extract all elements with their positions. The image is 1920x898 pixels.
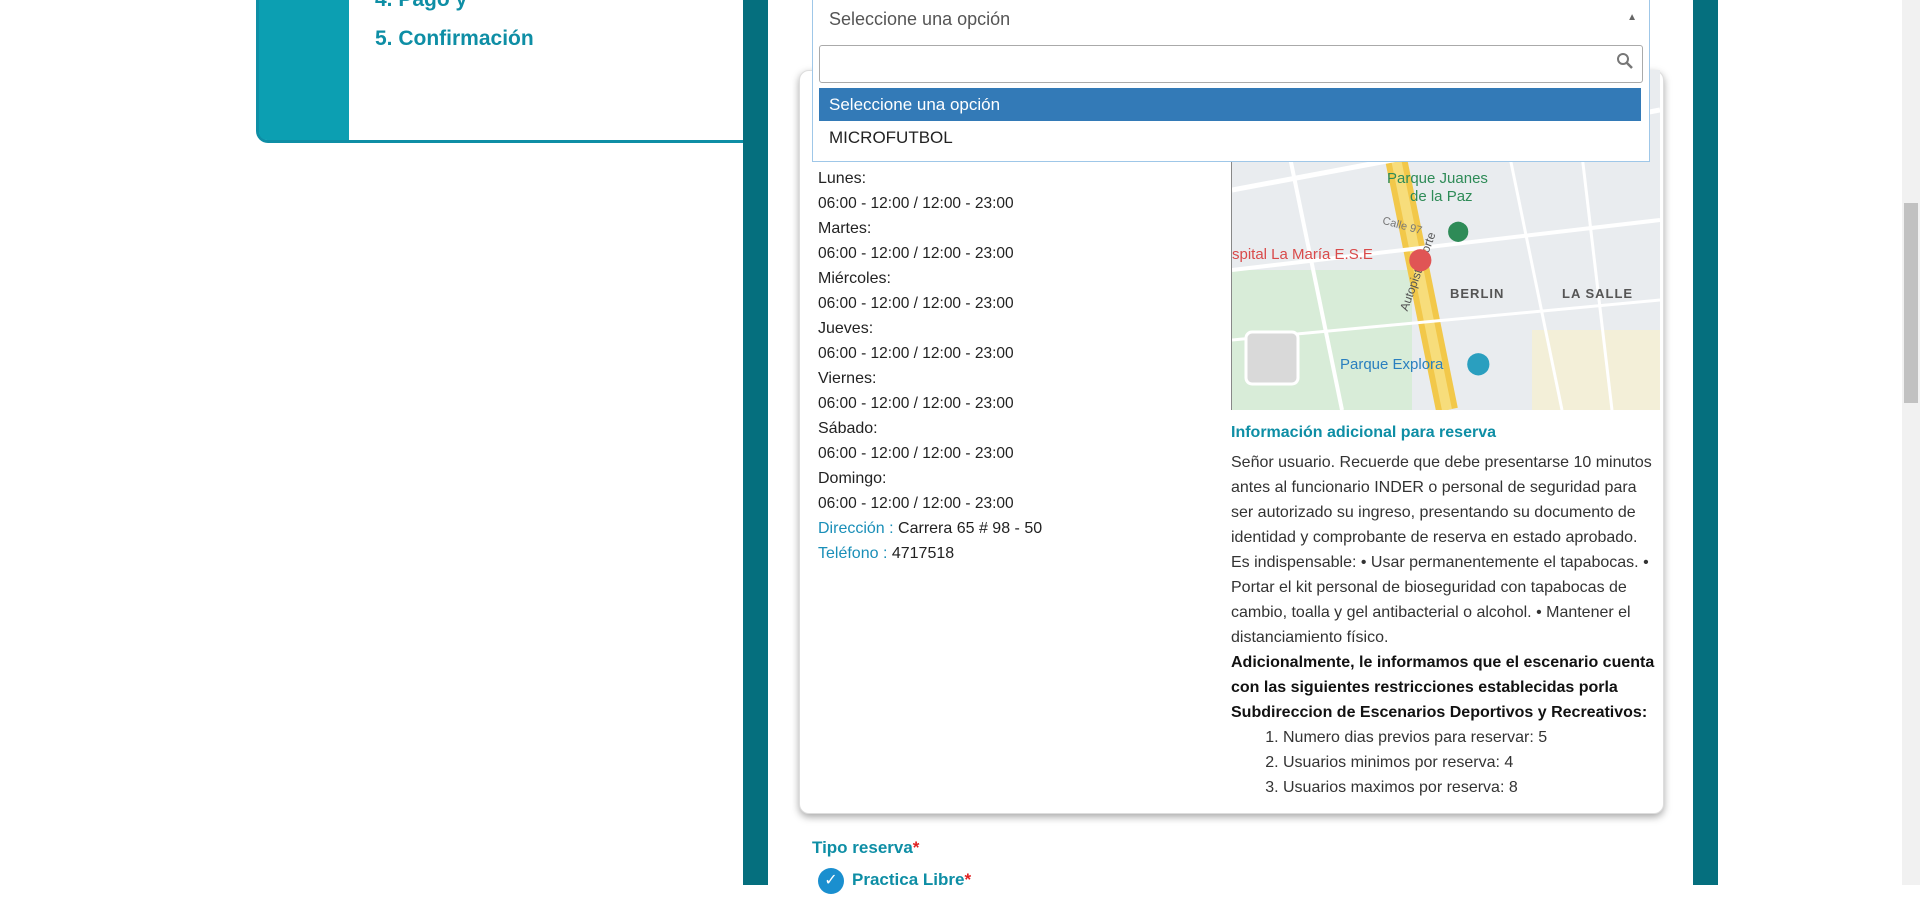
map-pin-park-icon: ⬤ xyxy=(1447,220,1470,242)
step-4-label[interactable]: 4. Pago y xyxy=(375,0,467,12)
map-pin-hospital-icon: ⬤ xyxy=(1408,246,1433,271)
steps-band xyxy=(259,0,349,140)
additional-info-title: Información adicional para reserva xyxy=(1231,424,1496,441)
phone-label: Teléfono : xyxy=(818,545,888,562)
address-row: Dirección : Carrera 65 # 98 - 50 xyxy=(818,516,1218,541)
day-label: Miércoles: xyxy=(818,270,891,287)
address-value: Carrera 65 # 98 - 50 xyxy=(898,520,1043,537)
day-label: Martes: xyxy=(818,220,872,237)
map-label-park: Parque Juanes xyxy=(1387,170,1488,187)
restrictions-list: Numero dias previos para reservar: 5 Usu… xyxy=(1231,725,1659,800)
day-label: Sábado: xyxy=(818,420,878,437)
map-label-explora: Parque Explora xyxy=(1340,356,1444,373)
map-pin-museum-icon: ⬤ xyxy=(1466,350,1491,375)
day-hours: 06:00 - 12:00 / 12:00 - 23:00 xyxy=(818,295,1014,312)
phone-row: Teléfono : 4717518 xyxy=(818,541,1218,566)
day-hours: 06:00 - 12:00 / 12:00 - 23:00 xyxy=(818,195,1014,212)
map-label-hospital: spital La María E.S.E xyxy=(1232,246,1373,263)
select-current-value: Seleccione una opción xyxy=(829,9,1011,29)
chevron-up-icon: ▲ xyxy=(1627,12,1637,23)
practica-libre-label[interactable]: Practica Libre* xyxy=(852,870,971,890)
restrictions-intro: Adicionalmente, le informamos que el esc… xyxy=(1231,654,1655,721)
select-dropdown: Seleccione una opción MICROFUTBOL xyxy=(812,40,1650,162)
additional-info: Información adicional para reserva Señor… xyxy=(1231,420,1659,800)
steps-panel: 4. Pago y 5. Confirmación xyxy=(256,0,743,143)
day-hours: 06:00 - 12:00 / 12:00 - 23:00 xyxy=(818,495,1014,512)
map-label-lasalle: LA SALLE xyxy=(1562,286,1634,301)
step-5-label[interactable]: 5. Confirmación xyxy=(375,27,534,51)
dropdown-search-input[interactable] xyxy=(820,46,1616,80)
activity-select[interactable]: Seleccione una opción ▲ xyxy=(812,0,1650,41)
schedule-list: Lunes: 06:00 - 12:00 / 12:00 - 23:00 Mar… xyxy=(818,166,1218,566)
day-label: Viernes: xyxy=(818,370,877,387)
day-hours: 06:00 - 12:00 / 12:00 - 23:00 xyxy=(818,245,1014,262)
additional-info-body: Señor usuario. Recuerde que debe present… xyxy=(1231,454,1652,646)
dropdown-search[interactable] xyxy=(819,45,1643,83)
tipo-reserva-text: Tipo reserva xyxy=(812,838,913,857)
required-mark: * xyxy=(912,838,920,857)
day-label: Lunes: xyxy=(818,170,867,187)
restriction-item: Usuarios minimos por reserva: 4 xyxy=(1283,750,1659,775)
check-icon[interactable]: ✓ xyxy=(818,868,844,894)
page-scrollbar[interactable] xyxy=(1902,0,1920,885)
day-label: Domingo: xyxy=(818,470,887,487)
dropdown-option-microfutbol[interactable]: MICROFUTBOL xyxy=(819,121,1641,154)
map-label-berlin: BERLIN xyxy=(1450,286,1505,301)
day-hours: 06:00 - 12:00 / 12:00 - 23:00 xyxy=(818,345,1014,362)
map-label-park-b: de la Paz xyxy=(1410,188,1473,205)
restriction-item: Usuarios maximos por reserva: 8 xyxy=(1283,775,1659,800)
scrollbar-thumb[interactable] xyxy=(1904,203,1918,403)
phone-value: 4717518 xyxy=(891,545,955,562)
day-label: Jueves: xyxy=(818,320,874,337)
tipo-reserva-label: Tipo reserva* xyxy=(812,838,919,858)
address-label: Dirección : xyxy=(818,520,894,537)
search-icon xyxy=(1616,52,1634,75)
restriction-item: Numero dias previos para reservar: 5 xyxy=(1283,725,1659,750)
dropdown-option-placeholder[interactable]: Seleccione una opción xyxy=(819,88,1641,121)
day-hours: 06:00 - 12:00 / 12:00 - 23:00 xyxy=(818,445,1014,462)
day-hours: 06:00 - 12:00 / 12:00 - 23:00 xyxy=(818,395,1014,412)
